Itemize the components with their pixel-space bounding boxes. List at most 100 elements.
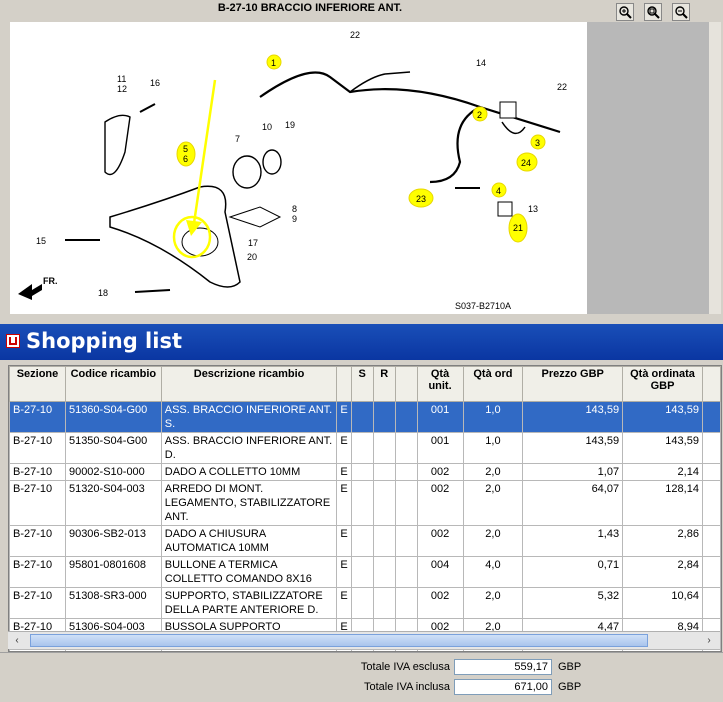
cell-e: E <box>336 432 352 464</box>
cell-prezzo: 0,71 <box>522 556 624 588</box>
callout-24-label: 24 <box>521 158 531 168</box>
scroll-thumb[interactable] <box>30 634 648 647</box>
cell-descrizione: DADO A COLLETTO 10MM <box>160 463 338 481</box>
cell-qta-unit: 002 <box>416 463 464 481</box>
cell-codice: 95801-0801608 <box>64 556 162 588</box>
col-prezzo[interactable]: Prezzo GBP <box>522 366 624 402</box>
cell-qta-unit: 001 <box>416 401 464 433</box>
table-row[interactable]: B-27-10 51360-S04-G00 ASS. BRACCIO INFERIO… <box>9 401 721 433</box>
table-row[interactable]: B-27-10 95801-0801608 BULLONE A TERMICA CO… <box>9 556 721 588</box>
cell-blank <box>394 463 418 481</box>
diagram-title: B-27-10 BRACCIO INFERIORE ANT. <box>217 2 403 14</box>
cell-descrizione: SUPPORTO, STABILIZZATORE DELLA PARTE ANT… <box>160 587 338 619</box>
cell-sezione: B-27-10 <box>9 587 66 619</box>
cell-s <box>350 556 374 588</box>
table-row[interactable]: B-27-10 90306-SB2-013 DADO A CHIUSURA AUTO… <box>9 525 721 557</box>
col-s[interactable]: S <box>350 366 374 402</box>
cell-r <box>372 463 396 481</box>
cell-qta-ordinata: 2,84 <box>622 556 703 588</box>
callout-19-label: 19 <box>285 120 295 130</box>
total-excl-currency: GBP <box>558 661 582 673</box>
diagram-scrollbar[interactable] <box>709 22 721 314</box>
callout-10-label: 10 <box>262 122 272 132</box>
cell-descrizione: ARREDO DI MONT. LEGAMENTO, STABILIZZATOR… <box>160 480 338 526</box>
cell-qta-unit: 002 <box>416 480 464 526</box>
callout-20-label: 20 <box>247 252 257 262</box>
cell-prezzo: 143,59 <box>522 432 624 464</box>
cell-e: E <box>336 463 352 481</box>
col-qta-ordinata[interactable]: Qtà ordinata GBP <box>622 366 703 402</box>
table-horizontal-scrollbar[interactable]: ‹ › <box>8 631 720 649</box>
cell-codice: 51350-S04-G00 <box>64 432 162 464</box>
cell-qta-ordinata: 2,86 <box>622 525 703 557</box>
callout-17-label: 17 <box>248 238 258 248</box>
shopping-list-table: Sezione Codice ricambio Descrizione rica… <box>8 365 722 652</box>
col-qta-ord[interactable]: Qtà ord <box>462 366 524 402</box>
cell-s <box>350 525 374 557</box>
cell-s <box>350 587 374 619</box>
cell-blank <box>394 587 418 619</box>
cell-sezione: B-27-10 <box>9 480 66 526</box>
cell-qta-ord: 1,0 <box>462 401 524 433</box>
callout-5-label: 5 <box>183 144 188 154</box>
cell-qta-ordinata: 10,64 <box>622 587 703 619</box>
col-descrizione[interactable]: Descrizione ricambio <box>160 366 338 402</box>
cell-e: E <box>336 401 352 433</box>
bushing-10-shape <box>262 149 282 175</box>
parts-table: Sezione Codice ricambio Descrizione rica… <box>9 366 721 651</box>
cell-filler <box>701 463 721 481</box>
callout-11-label: 11 <box>117 74 126 84</box>
cell-sezione: B-27-10 <box>9 556 66 588</box>
table-row[interactable]: B-27-10 51308-SR3-000 SUPPORTO, STABILIZZA… <box>9 587 721 619</box>
callout-6-label: 6 <box>183 154 188 164</box>
zoom-out-icon <box>675 6 688 19</box>
cell-qta-ordinata: 143,59 <box>622 401 703 433</box>
scroll-right-button[interactable]: › <box>702 634 716 647</box>
callout-18-label: 18 <box>98 288 108 298</box>
callout-22-right-label: 22 <box>557 82 567 92</box>
cell-sezione: B-27-10 <box>9 525 66 557</box>
stabilizer-end-shape <box>429 106 481 184</box>
bushing-2-shape <box>499 101 517 119</box>
cell-filler <box>701 525 721 557</box>
col-blank[interactable] <box>394 366 418 402</box>
col-sezione[interactable]: Sezione <box>9 366 66 402</box>
table-row[interactable]: B-27-10 51350-S04-G00 ASS. BRACCIO INFERIO… <box>9 432 721 464</box>
cell-codice: 51320-S04-003 <box>64 480 162 526</box>
cell-codice: 90306-SB2-013 <box>64 525 162 557</box>
col-r[interactable]: R <box>372 366 396 402</box>
cell-qta-ordinata: 128,14 <box>622 480 703 526</box>
callout-15-label: 15 <box>36 236 46 246</box>
cell-qta-ordinata: 143,59 <box>622 432 703 464</box>
total-incl-currency: GBP <box>558 681 582 693</box>
total-excl-field: 559,17 <box>454 659 552 675</box>
exploded-view-drawing: 1 2 3 4 5 6 7 8 9 10 11 12 13 14 15 16 1… <box>18 30 567 311</box>
bracket-13-shape <box>497 201 513 217</box>
cell-r <box>372 401 396 433</box>
diagram-panel: B-27-10 BRACCIO INFERIORE ANT. 1 2 3 4 5… <box>0 0 723 322</box>
col-e[interactable] <box>336 366 352 402</box>
table-row[interactable]: B-27-10 51320-S04-003 ARREDO DI MONT. LEGA… <box>9 480 721 526</box>
callout-7-label: 7 <box>235 134 240 144</box>
cell-e: E <box>336 480 352 526</box>
callout-12-label: 12 <box>117 84 127 94</box>
total-incl-field: 671,00 <box>454 679 552 695</box>
table-row[interactable]: B-27-10 90002-S10-000 DADO A COLLETTO 10MM… <box>9 463 721 481</box>
cell-r <box>372 432 396 464</box>
callout-2-label: 2 <box>477 110 482 120</box>
col-codice[interactable]: Codice ricambio <box>64 366 162 402</box>
zoom-out-button[interactable] <box>672 3 690 21</box>
cell-prezzo: 64,07 <box>522 480 624 526</box>
cell-r <box>372 525 396 557</box>
cell-blank <box>394 401 418 433</box>
col-qta-unit[interactable]: Qtà unit. <box>416 366 464 402</box>
cell-e: E <box>336 587 352 619</box>
zoom-in-button[interactable] <box>616 3 634 21</box>
zoom-fit-button[interactable] <box>644 3 662 21</box>
bolt-16-shape <box>139 103 156 113</box>
shopping-list-header: Shopping list <box>0 324 723 360</box>
total-excl-label: Totale IVA esclusa <box>360 661 450 673</box>
total-incl-label: Totale IVA inclusa <box>363 681 450 693</box>
scroll-left-button[interactable]: ‹ <box>10 634 24 647</box>
parts-diagram[interactable]: 1 2 3 4 5 6 7 8 9 10 11 12 13 14 15 16 1… <box>10 22 587 314</box>
